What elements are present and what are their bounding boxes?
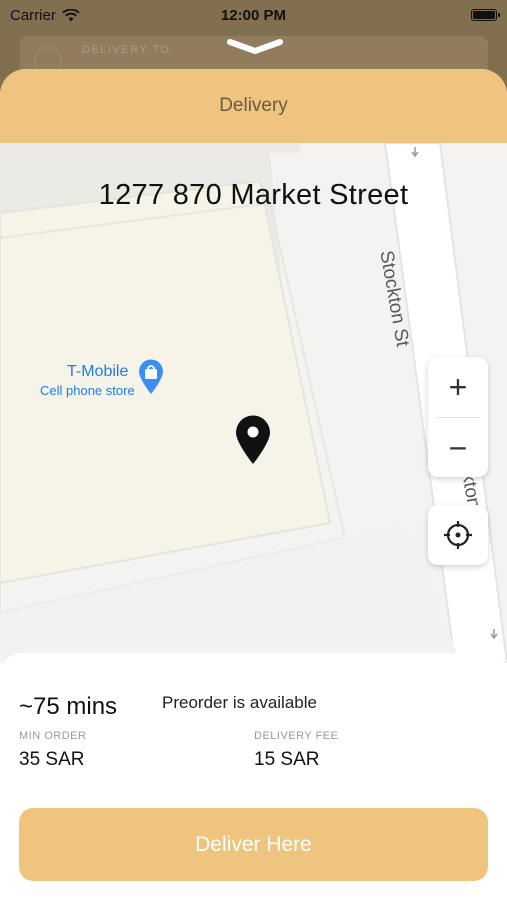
zoom-out-button[interactable]: −: [428, 418, 488, 478]
sheet-title: Delivery: [219, 95, 288, 116]
delivery-fee-value: 15 SAR: [254, 749, 320, 770]
poi-name[interactable]: T-Mobile: [67, 363, 128, 381]
poi-category[interactable]: Cell phone store: [40, 383, 135, 398]
delivery-fee-label: DELIVERY FEE: [254, 730, 339, 742]
eta-value: ~75 mins: [19, 693, 118, 720]
location-pin-icon: [236, 415, 270, 464]
delivery-info-panel: ~75 mins Preorder is available MIN ORDER…: [0, 653, 507, 900]
chevron-down-icon[interactable]: [226, 38, 284, 56]
delivery-to-label: DELIVERY TO: [82, 44, 171, 56]
map-view[interactable]: 1277 870 Market Street Stockton St kton …: [0, 143, 507, 663]
deliver-here-button[interactable]: Deliver Here: [19, 808, 488, 881]
map-address: 1277 870 Market Street: [98, 179, 409, 211]
sheet-header: Delivery: [0, 69, 507, 143]
zoom-in-button[interactable]: +: [428, 357, 488, 417]
preorder-text: Preorder is available: [162, 693, 317, 712]
status-time: 12:00 PM: [220, 6, 287, 24]
zoom-controls: + −: [428, 357, 488, 477]
status-bar: Carrier 12:00 PM: [0, 0, 507, 30]
battery-icon: [471, 9, 500, 21]
min-order-label: MIN ORDER: [19, 730, 87, 742]
min-order-value: 35 SAR: [19, 749, 85, 770]
delivery-sheet: Delivery 1277 870 Market Street Stockton…: [0, 69, 507, 900]
poi-bag-icon[interactable]: [138, 359, 164, 395]
locate-crosshair-icon: [444, 521, 472, 549]
locate-me-button[interactable]: [428, 505, 488, 565]
